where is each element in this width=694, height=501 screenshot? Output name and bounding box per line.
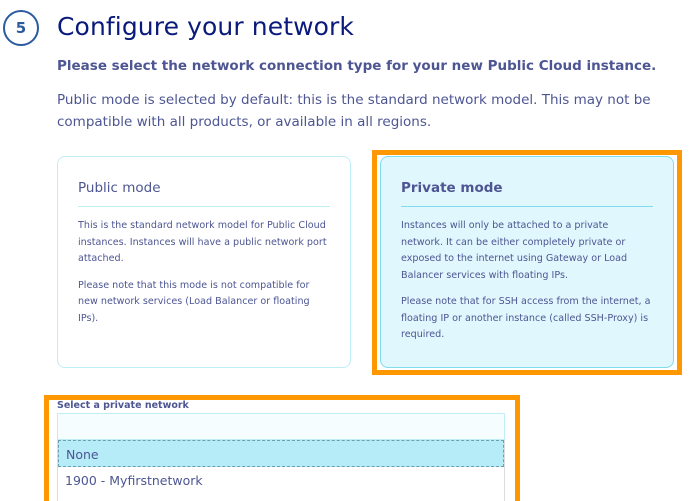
public-mode-description: This is the standard network model for P… bbox=[78, 220, 327, 264]
page-title: Configure your network bbox=[57, 12, 354, 41]
public-mode-title: Public mode bbox=[78, 180, 330, 207]
step-badge: 5 bbox=[3, 10, 39, 46]
private-mode-title: Private mode bbox=[401, 180, 653, 207]
private-mode-description: Instances will only be attached to a pri… bbox=[401, 220, 628, 281]
public-mode-note: Please note that this mode is not compat… bbox=[78, 279, 310, 324]
step-number: 5 bbox=[15, 19, 27, 37]
description-text: Public mode is selected by default: this… bbox=[57, 92, 651, 130]
private-mode-note: Please note that for SSH access from the… bbox=[401, 296, 651, 340]
public-mode-card[interactable]: Public mode This is the standard network… bbox=[57, 156, 351, 368]
option-myfirstnetwork[interactable]: 1900 - Myfirstnetwork bbox=[58, 467, 504, 494]
instruction-text: Please select the network connection typ… bbox=[57, 58, 657, 74]
private-mode-card[interactable]: Private mode Instances will only be atta… bbox=[380, 156, 674, 368]
private-network-label: Select a private network bbox=[57, 400, 189, 411]
option-none[interactable]: None bbox=[58, 440, 504, 467]
private-network-select[interactable] bbox=[57, 413, 505, 440]
private-network-option-list: None 1900 - Myfirstnetwork bbox=[57, 440, 505, 501]
